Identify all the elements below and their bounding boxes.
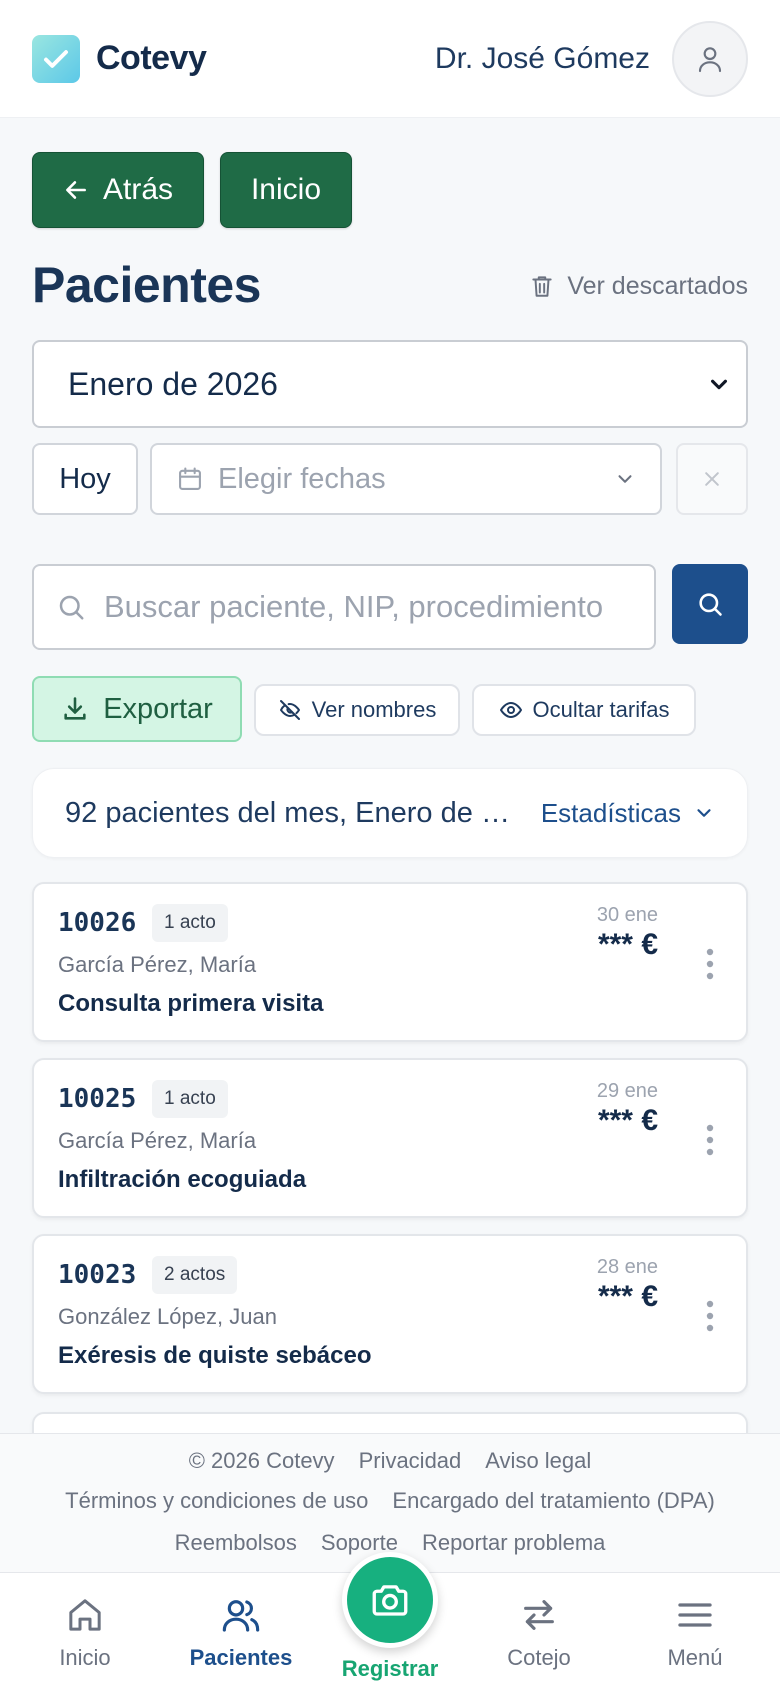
arrows-swap-icon: [524, 1600, 554, 1630]
hamburger-menu-icon: [678, 1603, 712, 1627]
acts-badge: 1 acto: [152, 904, 228, 942]
procedure-name: Consulta primera visita: [58, 990, 324, 1017]
tab-menu-label: Menú: [667, 1645, 723, 1670]
legal-notice-link[interactable]: Aviso legal: [485, 1448, 591, 1474]
close-icon: [705, 472, 719, 486]
register-label[interactable]: Registrar: [320, 1656, 460, 1682]
tab-patients[interactable]: Pacientes: [166, 1573, 316, 1688]
tab-match[interactable]: Cotejo: [464, 1573, 614, 1688]
more-options-icon[interactable]: [704, 946, 716, 982]
page-title: Pacientes: [32, 257, 261, 313]
search-icon: [59, 595, 84, 620]
camera-icon: [372, 1585, 408, 1616]
date-range-picker[interactable]: Elegir fechas: [150, 443, 662, 515]
home-button[interactable]: Inicio: [220, 152, 352, 228]
statistics-toggle[interactable]: Estadísticas: [541, 798, 715, 829]
back-button[interactable]: Atrás: [32, 152, 204, 228]
month-select[interactable]: Enero de 2026: [32, 340, 748, 428]
patient-count-text: 92 pacientes del mes, Enero de 2026: [65, 796, 515, 829]
visit-date: 29 ene: [596, 1080, 658, 1102]
statistics-label: Estadísticas: [540, 797, 681, 828]
chevron-down-icon: [711, 379, 727, 390]
tab-patients-label: Pacientes: [189, 1645, 293, 1670]
back-button-label: Atrás: [103, 173, 174, 206]
download-icon: [64, 697, 86, 720]
patient-nip: 10023: [58, 1260, 137, 1290]
patient-name: García Pérez, María: [58, 952, 257, 977]
home-icon: [69, 1599, 101, 1631]
patient-card[interactable]: 10026 1 acto García Pérez, María Consult…: [32, 882, 748, 1042]
chevron-down-icon: [618, 475, 632, 483]
patient-name: González López, Juan: [58, 1304, 277, 1329]
eye-off-icon: [279, 700, 300, 720]
refunds-link[interactable]: Reembolsos: [175, 1530, 297, 1556]
eye-icon: [499, 702, 522, 718]
view-discarded-label: Ver descartados: [567, 271, 748, 300]
search-input[interactable]: [104, 589, 604, 625]
search-button[interactable]: [672, 564, 748, 644]
logo-check-icon[interactable]: [32, 34, 80, 83]
tab-match-label: Cotejo: [507, 1645, 571, 1670]
patient-nip: 10025: [58, 1084, 137, 1114]
visit-price: *** €: [597, 1280, 658, 1313]
more-options-icon[interactable]: [704, 1122, 716, 1158]
patient-nip: 10026: [58, 908, 137, 938]
visit-date: 30 ene: [596, 904, 658, 926]
month-summary-bar: 92 pacientes del mes, Enero de 2026 Esta…: [32, 768, 748, 858]
acts-badge: 2 actos: [152, 1256, 238, 1294]
patient-card[interactable]: 10023 2 actos González López, Juan Exére…: [32, 1234, 748, 1394]
procedure-name: Exéresis de quiste sebáceo: [58, 1342, 372, 1369]
hide-rates-label: Ocultar tarifas: [532, 697, 670, 722]
copyright-text: © 2026 Cotevy: [188, 1448, 335, 1473]
procedure-name: Infiltración ecoguiada: [58, 1166, 307, 1193]
today-button[interactable]: Hoy: [32, 443, 138, 515]
tab-home-label: Inicio: [59, 1645, 111, 1670]
trash-icon: [532, 276, 552, 297]
doctor-name: Dr. José Gómez: [434, 41, 650, 75]
clear-dates-button[interactable]: [676, 443, 748, 515]
show-names-button[interactable]: Ver nombres: [254, 684, 460, 736]
chevron-down-icon: [697, 809, 711, 817]
app-header: Cotevy Dr. José Gómez: [0, 0, 780, 118]
acts-badge: 1 acto: [152, 1080, 228, 1118]
patient-name: García Pérez, María: [58, 1128, 257, 1153]
search-field[interactable]: [32, 564, 656, 650]
show-names-label: Ver nombres: [311, 697, 437, 722]
user-avatar-icon[interactable]: [672, 20, 748, 97]
patient-card[interactable]: 10025 1 acto García Pérez, María Infiltr…: [32, 1058, 748, 1218]
arrow-left-icon: [66, 181, 86, 199]
hide-rates-button[interactable]: Ocultar tarifas: [472, 684, 696, 736]
calendar-icon: [179, 467, 201, 490]
dpa-link[interactable]: Encargado del tratamiento (DPA): [392, 1488, 714, 1514]
register-camera-button[interactable]: [342, 1552, 438, 1648]
brand-name[interactable]: Cotevy: [96, 39, 207, 78]
visit-price: *** €: [597, 1104, 658, 1137]
terms-link[interactable]: Términos y condiciones de uso: [65, 1488, 368, 1514]
tab-home[interactable]: Inicio: [10, 1573, 160, 1688]
tab-menu[interactable]: Menú: [620, 1573, 770, 1688]
visit-price: *** €: [597, 928, 658, 961]
search-icon: [699, 593, 722, 616]
export-button-label: Exportar: [103, 692, 213, 725]
export-button[interactable]: Exportar: [32, 676, 242, 742]
month-select-value: Enero de 2026: [68, 365, 278, 402]
view-discarded-link[interactable]: Ver descartados: [529, 266, 748, 306]
more-options-icon[interactable]: [704, 1298, 716, 1334]
privacy-link[interactable]: Privacidad: [359, 1448, 462, 1474]
report-problem-link[interactable]: Reportar problema: [422, 1530, 605, 1556]
date-picker-placeholder: Elegir fechas: [218, 462, 386, 495]
visit-date: 28 ene: [596, 1256, 658, 1278]
users-icon: [222, 1600, 260, 1632]
